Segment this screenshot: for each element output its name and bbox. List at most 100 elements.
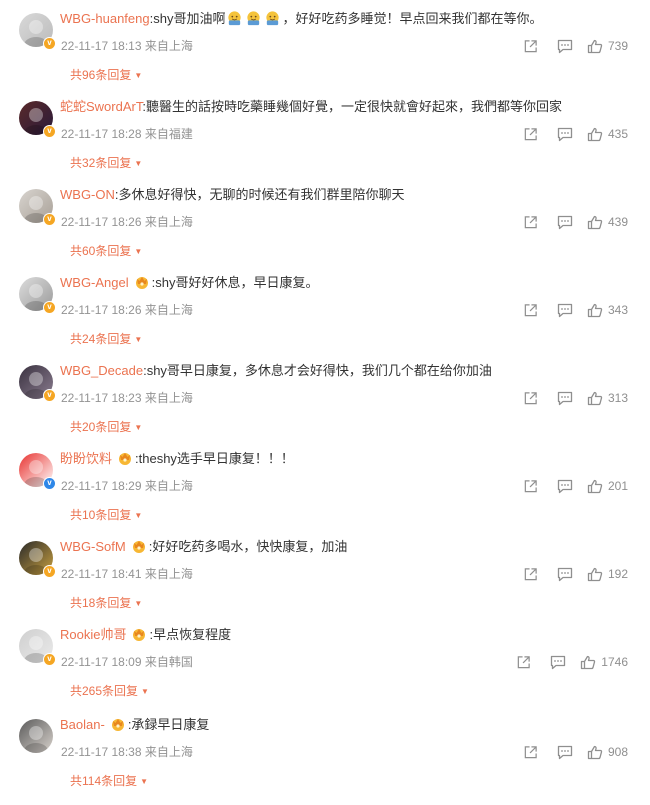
view-replies-link[interactable]: 共60条回复 ▼ xyxy=(70,243,142,260)
comment-text-line: 盼盼饮料:theshy选手早日康复！！！ xyxy=(60,450,294,468)
like-count: 201 xyxy=(607,479,628,493)
location: 来自上海 xyxy=(144,215,193,229)
share-icon[interactable] xyxy=(523,479,538,494)
like-button[interactable]: 343 xyxy=(587,303,628,318)
view-replies-link[interactable]: 共24条回复 ▼ xyxy=(70,331,142,348)
username-link[interactable]: Baolan- xyxy=(60,717,105,732)
verified-badge-icon: v xyxy=(43,653,56,666)
comment-icon[interactable] xyxy=(557,479,573,494)
comment-text-line: 蛇蛇SwordArT:聽醫生的話按時吃藥睡幾個好覺，一定很快就會好起來，我們都等… xyxy=(60,98,562,116)
avatar[interactable]: v xyxy=(19,629,56,666)
verified-badge-icon: v xyxy=(43,477,56,490)
comment-meta: 22-11-17 18:38 来自上海 xyxy=(61,744,193,760)
comment-icon[interactable] xyxy=(557,303,573,318)
like-button[interactable]: 739 xyxy=(587,39,628,54)
emoji-icon xyxy=(264,10,281,27)
replies-count: 共18条回复 xyxy=(70,596,132,610)
view-replies-link[interactable]: 共265条回复 ▼ xyxy=(70,683,149,700)
avatar[interactable]: v xyxy=(19,365,56,402)
timestamp: 22-11-17 18:09 xyxy=(61,655,142,669)
comment-meta: 22-11-17 18:28 来自福建 xyxy=(61,126,193,142)
crown-medal-icon xyxy=(131,626,147,642)
like-button[interactable]: 435 xyxy=(587,127,628,142)
comment-meta: 22-11-17 18:13 来自上海 xyxy=(61,38,193,54)
username-link[interactable]: 盼盼饮料 xyxy=(60,451,112,466)
like-button[interactable]: 201 xyxy=(587,479,628,494)
comment-meta: 22-11-17 18:23 来自上海 xyxy=(61,390,193,406)
like-count: 435 xyxy=(607,127,628,141)
like-button[interactable]: 908 xyxy=(587,745,628,760)
like-count: 343 xyxy=(607,303,628,317)
comment-text-line: WBG_Decade:shy哥早日康复，多休息才会好得快，我们几个都在给你加油 xyxy=(60,362,492,380)
share-icon[interactable] xyxy=(523,39,538,54)
comment-text: :多休息好得快，无聊的时候还有我们群里陪你聊天 xyxy=(114,187,405,202)
comment-icon[interactable] xyxy=(557,391,573,406)
share-icon[interactable] xyxy=(523,215,538,230)
comment-icon[interactable] xyxy=(550,655,566,670)
comment-actions: 313 xyxy=(523,389,628,407)
username-link[interactable]: 蛇蛇SwordArT xyxy=(60,99,142,114)
share-icon[interactable] xyxy=(516,655,531,670)
username-link[interactable]: WBG-SofM xyxy=(60,539,126,554)
thumbs-up-icon xyxy=(580,655,596,670)
comment-icon[interactable] xyxy=(557,745,573,760)
like-button[interactable]: 439 xyxy=(587,215,628,230)
like-button[interactable]: 1746 xyxy=(580,655,628,670)
verified-badge-icon: v xyxy=(43,213,56,226)
caret-down-icon: ▼ xyxy=(134,335,143,344)
comment-text: :聽醫生的話按時吃藥睡幾個好覺，一定很快就會好起來，我們都等你回家 xyxy=(142,99,562,114)
comment-meta: 22-11-17 18:26 来自上海 xyxy=(61,302,193,318)
location: 来自上海 xyxy=(144,745,193,759)
username-link[interactable]: WBG-ON xyxy=(60,187,115,202)
avatar[interactable]: v xyxy=(19,189,56,226)
view-replies-link[interactable]: 共96条回复 ▼ xyxy=(70,67,142,84)
replies-count: 共32条回复 xyxy=(70,156,132,170)
comment-icon[interactable] xyxy=(557,127,573,142)
location: 来自上海 xyxy=(144,479,193,493)
timestamp: 22-11-17 18:41 xyxy=(61,567,142,581)
thumbs-up-icon xyxy=(587,39,603,54)
caret-down-icon: ▼ xyxy=(134,511,143,520)
share-icon[interactable] xyxy=(523,567,538,582)
username-link[interactable]: WBG-huanfeng xyxy=(60,11,150,26)
verified-badge-icon: v xyxy=(43,125,56,138)
username-link[interactable]: Rookie帅哥 xyxy=(60,627,126,642)
like-count: 1746 xyxy=(601,655,628,669)
view-replies-link[interactable]: 共10条回复 ▼ xyxy=(70,507,142,524)
caret-down-icon: ▼ xyxy=(141,687,149,696)
view-replies-link[interactable]: 共32条回复 ▼ xyxy=(70,155,142,172)
crown-medal-icon xyxy=(117,450,133,466)
username-link[interactable]: WBG_Decade xyxy=(60,363,143,378)
comment-text-line: Baolan-:承録早日康复 xyxy=(60,716,209,734)
view-replies-link[interactable]: 共18条回复 ▼ xyxy=(70,595,142,612)
caret-down-icon: ▼ xyxy=(134,423,143,432)
share-icon[interactable] xyxy=(523,391,538,406)
share-icon[interactable] xyxy=(523,127,538,142)
share-icon[interactable] xyxy=(523,303,538,318)
comment-icon[interactable] xyxy=(557,567,573,582)
replies-count: 共60条回复 xyxy=(70,244,132,258)
timestamp: 22-11-17 18:13 xyxy=(61,39,142,53)
username-link[interactable]: WBG-Angel xyxy=(60,275,129,290)
caret-down-icon: ▼ xyxy=(134,247,143,256)
share-icon[interactable] xyxy=(523,745,538,760)
avatar[interactable]: v xyxy=(19,277,56,314)
timestamp: 22-11-17 18:26 xyxy=(61,303,142,317)
view-replies-link[interactable]: 共20条回复 ▼ xyxy=(70,419,142,436)
comment-text: :shy哥好好休息，早日康复。 xyxy=(151,275,319,290)
timestamp: 22-11-17 18:26 xyxy=(61,215,142,229)
view-replies-link[interactable]: 共114条回复 ▼ xyxy=(70,773,148,790)
avatar[interactable]: v xyxy=(19,13,56,50)
avatar[interactable]: v xyxy=(19,541,56,578)
avatar[interactable]: v xyxy=(19,453,56,490)
like-button[interactable]: 192 xyxy=(587,567,628,582)
replies-count: 共114条回复 xyxy=(70,774,138,788)
comment-icon[interactable] xyxy=(557,215,573,230)
location: 来自上海 xyxy=(144,39,193,53)
avatar[interactable]: v xyxy=(19,101,56,138)
comment-icon[interactable] xyxy=(557,39,573,54)
like-button[interactable]: 313 xyxy=(587,391,628,406)
location: 来自上海 xyxy=(144,303,193,317)
caret-down-icon: ▼ xyxy=(140,777,149,786)
avatar[interactable] xyxy=(19,719,53,753)
